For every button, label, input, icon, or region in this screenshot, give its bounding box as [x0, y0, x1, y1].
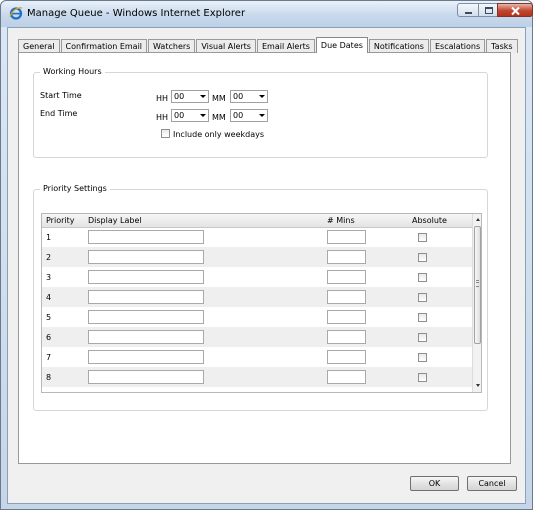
- scroll-up-icon[interactable]: [476, 218, 480, 221]
- tab-tasks[interactable]: Tasks: [486, 39, 518, 53]
- table-row: 2: [42, 247, 472, 267]
- end-mm-select[interactable]: 00: [230, 109, 268, 122]
- priority-number: 4: [46, 293, 52, 302]
- priority-settings-legend: Priority Settings: [40, 184, 110, 193]
- priority-settings-group: Priority Settings Priority Display Label…: [33, 184, 488, 411]
- close-icon: [511, 6, 520, 16]
- absolute-checkbox[interactable]: [418, 293, 427, 302]
- start-mm-label: MM: [212, 94, 226, 103]
- end-hh-label: HH: [156, 113, 169, 122]
- chevron-down-icon: [259, 114, 265, 117]
- end-hh-select[interactable]: 00: [171, 109, 209, 122]
- absolute-checkbox[interactable]: [418, 333, 427, 342]
- internet-explorer-icon: [9, 7, 23, 20]
- weekdays-label[interactable]: Include only weekdays: [173, 130, 264, 139]
- absolute-checkbox[interactable]: [418, 273, 427, 282]
- start-hh-value: 00: [174, 92, 185, 101]
- working-hours-legend: Working Hours: [40, 67, 105, 76]
- column-mins: # Mins: [327, 216, 355, 225]
- priority-number: 7: [46, 353, 52, 362]
- end-mm-value: 00: [233, 111, 244, 120]
- table-row: 3: [42, 267, 472, 287]
- mins-input[interactable]: [327, 290, 366, 304]
- tab-email-alerts[interactable]: Email Alerts: [256, 39, 315, 53]
- title-bar[interactable]: Manage Queue - Windows Internet Explorer: [1, 1, 533, 27]
- priority-number: 2: [46, 253, 52, 262]
- column-absolute: Absolute: [412, 216, 447, 225]
- table-row: 1: [42, 227, 472, 247]
- dialog-client-area: General Confirmation Email Watchers Visu…: [7, 27, 526, 504]
- cancel-button[interactable]: Cancel: [467, 476, 517, 491]
- display-label-input[interactable]: [88, 330, 204, 344]
- start-mm-select[interactable]: 00: [230, 90, 268, 103]
- priority-number: 1: [46, 233, 52, 242]
- absolute-checkbox[interactable]: [418, 353, 427, 362]
- table-row: 4: [42, 287, 472, 307]
- column-display-label: Display Label: [88, 216, 142, 225]
- priority-table: Priority Display Label # Mins Absolute 1…: [41, 213, 482, 393]
- end-time-label: End Time: [40, 109, 78, 118]
- display-label-input[interactable]: [88, 270, 204, 284]
- weekdays-checkbox[interactable]: [161, 129, 170, 138]
- priority-number: 8: [46, 373, 52, 382]
- chevron-down-icon: [259, 95, 265, 98]
- absolute-checkbox[interactable]: [418, 313, 427, 322]
- maximize-icon: [485, 7, 493, 14]
- table-row: 5: [42, 307, 472, 327]
- start-time-label: Start Time: [40, 91, 82, 100]
- display-label-input[interactable]: [88, 290, 204, 304]
- display-label-input[interactable]: [88, 370, 204, 384]
- scroll-down-icon[interactable]: [476, 384, 480, 387]
- absolute-checkbox[interactable]: [418, 253, 427, 262]
- mins-input[interactable]: [327, 310, 366, 324]
- tab-visual-alerts[interactable]: Visual Alerts: [196, 39, 256, 53]
- browser-window: Manage Queue - Windows Internet Explorer…: [0, 0, 533, 510]
- table-scrollbar[interactable]: [472, 214, 481, 392]
- grip-icon: [476, 280, 479, 287]
- chevron-down-icon: [200, 95, 206, 98]
- ok-button[interactable]: OK: [410, 476, 459, 491]
- mins-input[interactable]: [327, 370, 366, 384]
- mins-input[interactable]: [327, 350, 366, 364]
- table-row: 8: [42, 367, 472, 387]
- tab-general[interactable]: General: [18, 39, 60, 53]
- end-hh-value: 00: [174, 111, 185, 120]
- tab-confirmation-email[interactable]: Confirmation Email: [60, 39, 148, 53]
- minimize-button[interactable]: [457, 3, 479, 17]
- mins-input[interactable]: [327, 250, 366, 264]
- absolute-checkbox[interactable]: [418, 233, 427, 242]
- end-mm-label: MM: [212, 113, 226, 122]
- priority-number: 5: [46, 313, 52, 322]
- tab-strip: General Confirmation Email Watchers Visu…: [18, 37, 519, 53]
- priority-number: 3: [46, 273, 52, 282]
- mins-input[interactable]: [327, 270, 366, 284]
- tab-watchers[interactable]: Watchers: [148, 39, 196, 53]
- display-label-input[interactable]: [88, 250, 204, 264]
- close-button[interactable]: [497, 3, 533, 17]
- chevron-down-icon: [200, 114, 206, 117]
- maximize-button[interactable]: [478, 3, 498, 17]
- tab-escalations[interactable]: Escalations: [429, 39, 486, 53]
- table-row: 7: [42, 347, 472, 367]
- priority-table-header: Priority Display Label # Mins Absolute: [42, 214, 472, 228]
- absolute-checkbox[interactable]: [418, 373, 427, 382]
- mins-input[interactable]: [327, 330, 366, 344]
- priority-number: 6: [46, 333, 52, 342]
- table-row: 6: [42, 327, 472, 347]
- column-priority: Priority: [46, 216, 75, 225]
- start-hh-select[interactable]: 00: [171, 90, 209, 103]
- window-title: Manage Queue - Windows Internet Explorer: [27, 8, 246, 19]
- minimize-icon: [465, 12, 472, 14]
- working-hours-group: Working Hours Start Time HH 00 MM 00 End…: [33, 67, 488, 158]
- mins-input[interactable]: [327, 230, 366, 244]
- display-label-input[interactable]: [88, 310, 204, 324]
- tab-notifications[interactable]: Notifications: [368, 39, 429, 53]
- display-label-input[interactable]: [88, 230, 204, 244]
- start-hh-label: HH: [156, 94, 169, 103]
- start-mm-value: 00: [233, 92, 244, 101]
- tab-due-dates[interactable]: Due Dates: [315, 37, 368, 53]
- display-label-input[interactable]: [88, 350, 204, 364]
- due-dates-panel: Working Hours Start Time HH 00 MM 00 End…: [18, 52, 511, 464]
